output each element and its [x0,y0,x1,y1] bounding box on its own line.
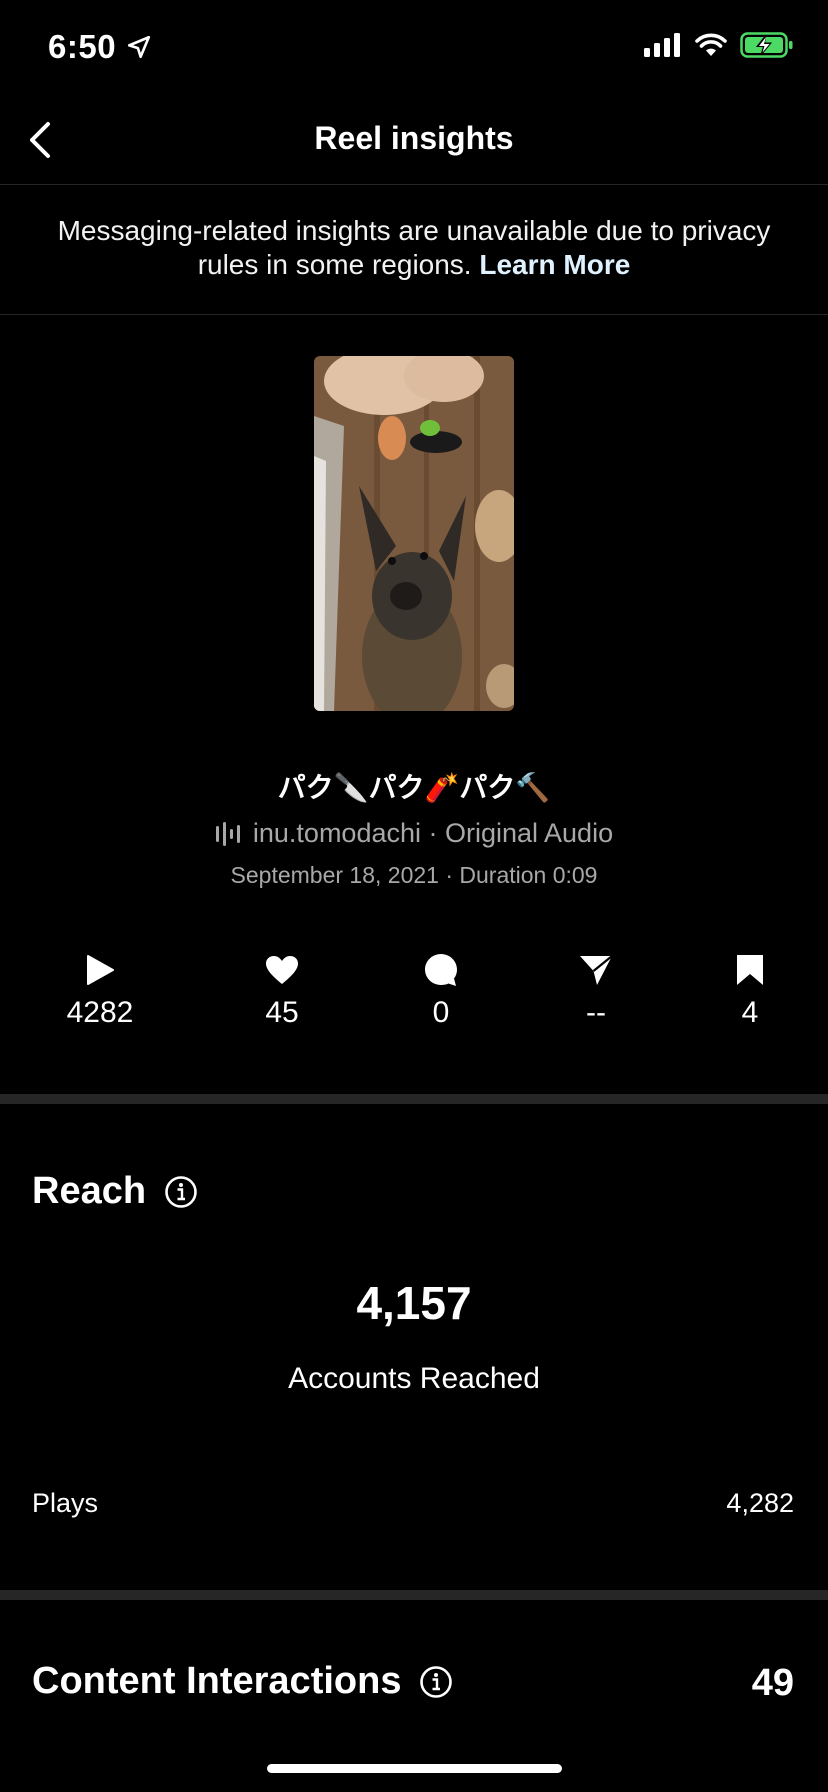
reach-title: Reach [32,1170,147,1212]
comment-icon [425,954,457,986]
likes-metric: 45 [222,952,342,1030]
saves-count: 4 [741,996,759,1029]
shares-metric: -- [536,952,656,1030]
heart-icon [266,956,298,984]
wifi-icon [695,33,727,56]
divider [0,314,828,315]
info-icon[interactable] [164,1175,198,1209]
comments-metric: 0 [381,952,501,1030]
content-interactions-title: Content Interactions [32,1660,402,1702]
content-interactions-section-title: Content Interactions [32,1660,453,1703]
audio-waveform-icon [215,821,240,846]
reel-title: パク🔪パク🧨パク🔨 [277,772,551,803]
info-icon[interactable] [419,1665,453,1699]
location-arrow-icon [128,35,151,59]
reel-date-duration: September 18, 2021 · Duration 0:09 [230,862,598,888]
status-icons [644,32,794,58]
learn-more-link[interactable]: Learn More [479,249,630,280]
audio-info[interactable]: inu.tomodachi · Original Audio [0,818,828,849]
accounts-reached-value: 4,157 [356,1277,472,1329]
play-icon [87,955,114,985]
status-time-text: 6:50 [48,28,117,65]
reach-section-title: Reach [32,1170,198,1213]
status-time: 6:50 [48,28,152,66]
content-interactions-value: 49 [751,1662,794,1704]
plays-count: 4282 [66,996,134,1029]
bookmark-icon [737,955,763,985]
accounts-reached-label: Accounts Reached [288,1362,540,1395]
home-indicator[interactable] [267,1764,562,1773]
shares-count: -- [586,996,606,1029]
page-title: Reel insights [314,120,514,156]
plays-row-label: Plays [32,1488,99,1518]
cellular-signal-icon [644,33,680,57]
likes-count: 45 [265,996,299,1029]
privacy-notice-text: Messaging-related insights are unavailab… [57,215,771,280]
plays-row-value: 4,282 [726,1488,794,1518]
section-divider [0,1094,828,1104]
section-divider [0,1590,828,1600]
comments-count: 0 [432,996,450,1029]
share-paper-plane-icon [580,955,613,985]
reel-thumbnail[interactable] [314,356,514,711]
audio-text: inu.tomodachi · Original Audio [252,818,614,848]
battery-charging-icon [740,32,793,58]
plays-metric: 4282 [40,952,160,1030]
privacy-notice: Messaging-related insights are unavailab… [40,214,788,282]
saves-metric: 4 [690,952,810,1030]
